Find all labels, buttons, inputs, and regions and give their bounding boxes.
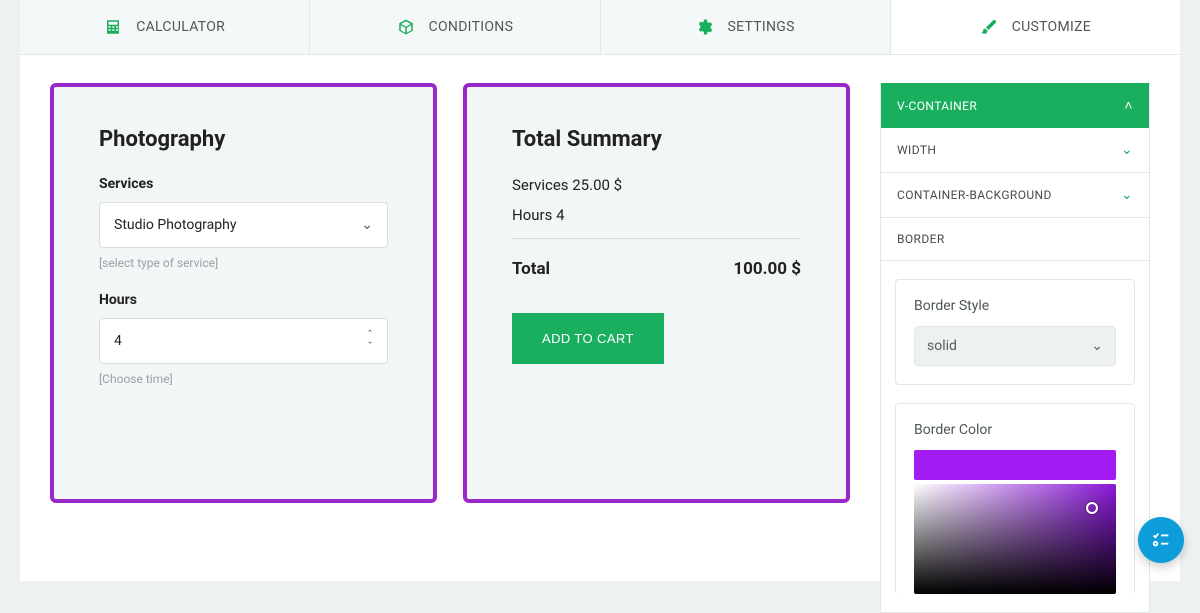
chevron-up-icon: ˄ [1124,97,1133,114]
services-select[interactable]: Studio Photography ⌄ [99,202,388,248]
total-label: Total [512,259,550,279]
summary-divider [512,238,801,239]
summary-line-hours: Hours 4 [512,206,801,224]
hours-label: Hours [99,292,388,308]
accordion-label: BORDER [897,232,945,246]
accordion-label: WIDTH [897,143,936,157]
hours-stepper[interactable]: 4 ˆ ˇ [99,318,388,364]
total-value: 100.00 $ [733,259,801,279]
summary-card[interactable]: Total Summary Services 25.00 $ Hours 4 T… [463,83,850,503]
summary-line-services: Services 25.00 $ [512,176,801,194]
border-style-value: solid [927,338,957,354]
customize-panel: V-CONTAINER ˄ WIDTH ⌄ CONTAINER-BACKGROU… [880,83,1150,613]
border-body: Border Style solid ⌄ Border Color [881,261,1149,612]
tab-label: CUSTOMIZE [1012,19,1091,35]
panel-title: V-CONTAINER [897,99,977,113]
checklist-icon [1150,529,1172,551]
checklist-fab[interactable] [1138,517,1184,563]
tab-label: CONDITIONS [429,19,514,35]
services-value: Studio Photography [114,217,236,233]
chevron-down-icon: ⌄ [1121,187,1133,203]
cube-icon [397,18,415,36]
border-style-select[interactable]: solid ⌄ [914,326,1116,366]
calculator-icon [104,18,122,36]
accordion-width[interactable]: WIDTH ⌄ [881,128,1149,173]
tab-conditions[interactable]: CONDITIONS [310,0,600,54]
chevron-down-icon: ⌄ [361,217,373,233]
chevron-down-icon: ⌄ [1091,338,1103,354]
chevron-down-icon: ⌄ [1121,142,1133,158]
form-title: Photography [99,127,388,152]
gear-icon [695,18,713,36]
step-up-icon[interactable]: ˆ [367,331,373,339]
form-card[interactable]: Photography Services Studio Photography … [50,83,437,503]
preview-canvas: Photography Services Studio Photography … [50,83,850,613]
services-label: Services [99,176,388,192]
border-style-label: Border Style [914,298,1116,314]
services-hint: [select type of service] [99,256,388,270]
border-color-card: Border Color [895,403,1135,594]
brush-icon [980,18,998,36]
tab-label: CALCULATOR [136,19,225,35]
tab-label: SETTINGS [727,19,794,35]
panel-vcontainer[interactable]: V-CONTAINER ˄ [881,83,1149,128]
tab-settings[interactable]: SETTINGS [601,0,891,54]
border-color-label: Border Color [914,422,1116,438]
tabs-bar: CALCULATOR CONDITIONS SETTINGS CUSTOMIZE [20,0,1180,55]
border-style-card: Border Style solid ⌄ [895,279,1135,385]
step-down-icon[interactable]: ˇ [367,343,373,351]
hours-value: 4 [114,333,122,349]
add-to-cart-button[interactable]: ADD TO CART [512,313,664,364]
hours-hint: [Choose time] [99,372,388,386]
tab-calculator[interactable]: CALCULATOR [20,0,310,54]
hue-bar[interactable] [914,450,1116,480]
summary-title: Total Summary [512,127,801,152]
color-picker-dot[interactable] [1086,502,1098,514]
tab-customize[interactable]: CUSTOMIZE [891,0,1180,54]
saturation-value-area[interactable] [914,484,1116,594]
accordion-border[interactable]: BORDER [881,218,1149,261]
accordion-container-bg[interactable]: CONTAINER-BACKGROUND ⌄ [881,173,1149,218]
accordion-label: CONTAINER-BACKGROUND [897,188,1052,202]
